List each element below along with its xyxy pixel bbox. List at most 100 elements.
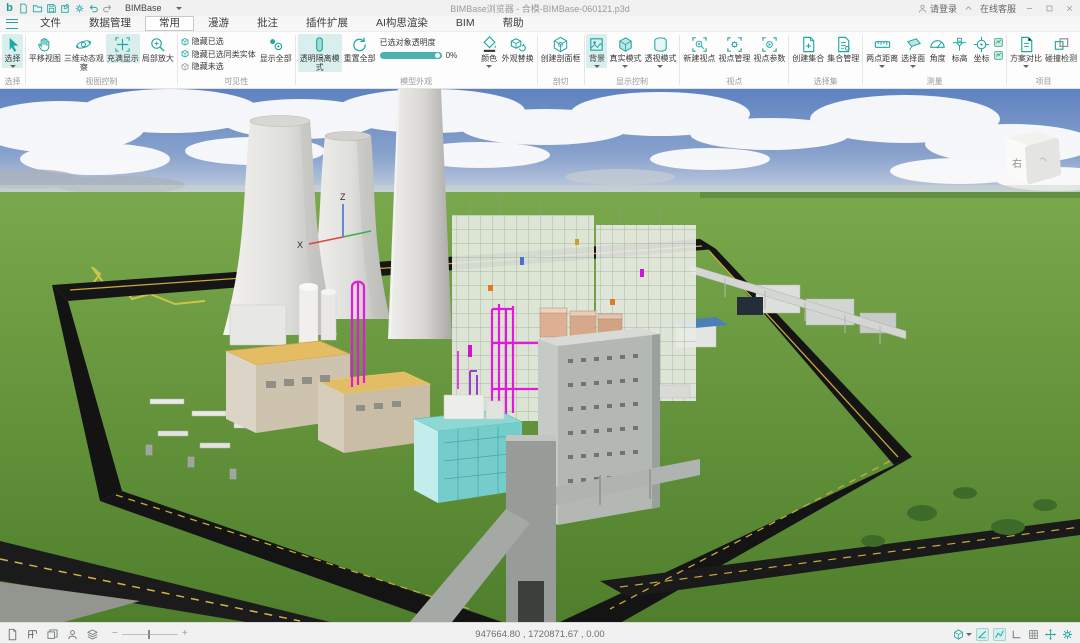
collision-icon <box>1052 35 1071 54</box>
realistic-mode-button[interactable]: 真实模式 <box>608 34 642 68</box>
group-label: 可见性 <box>179 77 294 88</box>
customer-service-link[interactable]: 在线客服 <box>980 2 1016 15</box>
zoom-in-icon[interactable]: + <box>182 629 188 639</box>
new-viewpoint-button[interactable]: 新建视点 <box>682 34 716 63</box>
viewport-3d[interactable]: Z X 右 <box>0 89 1080 622</box>
clearance-check-icon[interactable] <box>993 37 1004 48</box>
select-button[interactable]: 选择 <box>2 34 23 68</box>
plan-compare-button[interactable]: 方案对比 <box>1009 34 1043 68</box>
hide-unselected-button[interactable]: 隐藏未选 <box>180 61 258 72</box>
statusbar-left: − + <box>0 628 188 641</box>
fit-view-icon <box>113 35 132 54</box>
undo-icon[interactable] <box>88 3 99 14</box>
collision-check-button[interactable]: 碰撞检测 <box>1044 34 1078 63</box>
show-all-button[interactable]: 显示全部 <box>259 34 293 63</box>
button-label: 外观替换 <box>502 54 534 63</box>
set-manage-button[interactable]: 集合管理 <box>826 34 860 63</box>
viewpoint-manage-button[interactable]: 视点管理 <box>717 34 751 63</box>
workspace-selector[interactable]: BIMBase <box>125 3 205 13</box>
corner-angle-icon[interactable] <box>1010 628 1023 641</box>
save-as-icon[interactable] <box>60 3 71 14</box>
login-button[interactable]: 请登录 <box>917 2 957 15</box>
zoom-out-icon[interactable]: − <box>112 629 118 639</box>
viewpoint-params-button[interactable]: 视点参数 <box>752 34 786 63</box>
chevron-up-icon[interactable] <box>963 3 974 14</box>
maximize-button[interactable] <box>1042 2 1056 14</box>
ribbon-group-display-control: 背景 真实模式 透视模式 显示控制 <box>584 32 679 88</box>
tab-annotate[interactable]: 批注 <box>243 16 292 31</box>
group-label: 视图控制 <box>27 77 176 88</box>
tab-help[interactable]: 帮助 <box>489 16 538 31</box>
layers-icon[interactable] <box>86 628 99 641</box>
zoom-slider[interactable] <box>122 634 178 635</box>
cube-icon <box>180 62 190 72</box>
tab-data-management[interactable]: 数据管理 <box>75 16 145 31</box>
power-plant-scene: Z X 右 <box>0 89 1080 622</box>
tab-bim[interactable]: BIM <box>442 16 489 31</box>
redo-icon[interactable] <box>102 3 113 14</box>
tab-common[interactable]: 常用 <box>145 16 194 31</box>
hamburger-menu-icon[interactable] <box>6 19 18 29</box>
slope-tool-icon[interactable] <box>976 628 989 641</box>
background-button[interactable]: 背景 <box>586 34 607 68</box>
create-section-box-button[interactable]: 创建剖面框 <box>540 34 582 63</box>
polyline-tool-icon[interactable] <box>993 628 1006 641</box>
orbit-icon <box>74 35 93 54</box>
tab-roam[interactable]: 漫游 <box>194 16 243 31</box>
transparent-isolation-button[interactable]: 透明隔离模式 <box>298 34 342 72</box>
view-cube[interactable]: 右 <box>1008 134 1058 181</box>
orbit-button[interactable]: 三维动态观察 <box>63 34 105 72</box>
hide-same-class-button[interactable]: 隐藏已选同类实体 <box>180 49 258 60</box>
elevation-button[interactable]: 标高 <box>949 34 970 63</box>
reset-all-button[interactable]: 重置全部 <box>343 34 377 63</box>
group-label: 剖切 <box>539 77 583 88</box>
angle-button[interactable]: 角度 <box>927 34 948 63</box>
person-icon[interactable] <box>66 628 79 641</box>
paint-icon <box>480 35 499 54</box>
create-set-button[interactable]: 创建集合 <box>791 34 825 63</box>
settings-gear-icon[interactable] <box>1061 628 1074 641</box>
fit-view-button[interactable]: 充满显示 <box>106 34 140 63</box>
save-icon[interactable] <box>46 3 57 14</box>
statusbar-right <box>952 628 1080 641</box>
hide-selected-button[interactable]: 隐藏已选 <box>180 36 258 47</box>
tab-file[interactable]: 文件 <box>26 16 75 31</box>
tab-ai-render[interactable]: AI构思渲染 <box>362 16 442 31</box>
structure-tree-icon[interactable] <box>26 628 39 641</box>
close-button[interactable] <box>1062 2 1076 14</box>
clearance-check-icon[interactable] <box>993 50 1004 61</box>
button-label: 三维动态观察 <box>64 54 104 72</box>
minimize-button[interactable] <box>1022 2 1036 14</box>
grid-icon[interactable] <box>1027 628 1040 641</box>
hide-options: 隐藏已选 隐藏已选同类实体 隐藏未选 <box>180 34 258 72</box>
settings-gear-icon[interactable] <box>74 3 85 14</box>
button-label: 隐藏已选 <box>192 36 224 47</box>
appearance-swap-icon <box>508 35 527 54</box>
button-label: 选择面 <box>901 54 925 63</box>
select-face-button[interactable]: 选择面 <box>900 34 926 68</box>
color-button[interactable]: 颜色 <box>479 34 500 68</box>
model-box-icon[interactable] <box>952 628 965 641</box>
button-label: 局部放大 <box>142 54 174 63</box>
cube-icon <box>180 49 190 59</box>
pan-view-button[interactable]: 平移视图 <box>28 34 62 63</box>
cascade-windows-icon[interactable] <box>46 628 59 641</box>
tab-plugin-extension[interactable]: 插件扩展 <box>292 16 362 31</box>
ribbon-group-viewpoint: 新建视点 视点管理 视点参数 视点 <box>680 32 788 88</box>
coordinate-button[interactable]: 坐标 <box>971 34 992 63</box>
new-view-icon[interactable] <box>6 628 19 641</box>
zoom-area-button[interactable]: 局部放大 <box>141 34 175 63</box>
realistic-cube-icon <box>616 35 635 54</box>
opacity-slider[interactable] <box>380 52 442 59</box>
open-file-icon[interactable] <box>32 3 43 14</box>
group-label: 测量 <box>864 77 1005 88</box>
zoom-control: − + <box>112 629 188 639</box>
button-label: 颜色 <box>481 54 497 63</box>
two-point-distance-button[interactable]: 两点距离 <box>865 34 899 68</box>
chevron-down-icon <box>879 65 885 68</box>
new-file-icon[interactable] <box>18 3 29 14</box>
perspective-mode-button[interactable]: 透视模式 <box>643 34 677 68</box>
appearance-replace-button[interactable]: 外观替换 <box>501 34 535 63</box>
move-icon[interactable] <box>1044 628 1057 641</box>
button-label: 碰撞检测 <box>1045 54 1077 63</box>
